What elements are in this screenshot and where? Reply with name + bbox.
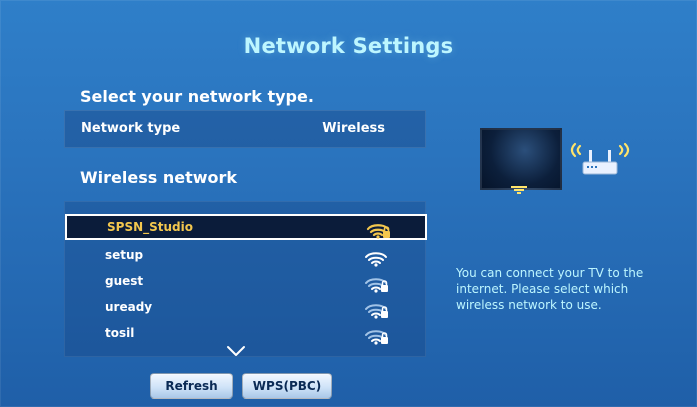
network-item-uready[interactable]: uready: [65, 296, 427, 320]
network-type-key: Network type: [81, 121, 181, 136]
chevron-down-icon[interactable]: [226, 345, 246, 357]
tv-icon: [480, 128, 562, 190]
network-item-sp-sn-studio[interactable]: SPSN_Studio: [65, 214, 427, 240]
wireless-network-list[interactable]: SPSN_Studio setup guest uready tosil: [64, 201, 427, 357]
network-name: guest: [105, 274, 144, 288]
select-network-type-label: Select your network type.: [80, 87, 314, 106]
wifi-lock-icon: [365, 278, 388, 293]
network-item-tosil[interactable]: tosil: [65, 322, 427, 346]
network-type-row[interactable]: Network type Wireless: [64, 110, 426, 148]
network-item-setup[interactable]: setup: [65, 244, 427, 268]
network-name: uready: [105, 300, 153, 314]
help-text: You can connect your TV to the internet.…: [456, 266, 644, 312]
wifi-open-icon: [365, 252, 387, 267]
wps-pbc-button[interactable]: WPS(PBC): [242, 373, 332, 399]
page-title: Network Settings: [243, 34, 454, 58]
router-icon: [570, 142, 630, 175]
wifi-lock-icon: [365, 330, 388, 345]
network-item-guest[interactable]: guest: [65, 270, 427, 294]
network-type-value: Wireless: [322, 121, 385, 136]
tv-stand-icon: [511, 186, 527, 194]
refresh-button[interactable]: Refresh: [150, 373, 233, 399]
wifi-lock-icon: [365, 304, 388, 319]
network-name: tosil: [105, 326, 135, 340]
tv-router-illustration: [480, 128, 640, 223]
network-name: SPSN_Studio: [107, 220, 193, 234]
wireless-network-label: Wireless network: [80, 168, 238, 187]
network-name: setup: [105, 248, 144, 262]
wifi-lock-strong-icon: [366, 224, 390, 239]
